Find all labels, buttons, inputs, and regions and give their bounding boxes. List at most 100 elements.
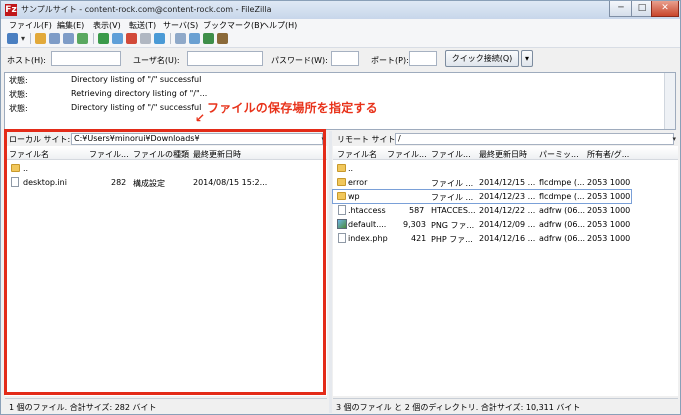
column-filename[interactable]: ファイル名 [337, 149, 377, 160]
file-name: index.php [348, 234, 388, 243]
file-permissions: adfrw (06... [539, 206, 586, 215]
remote-site-bar: リモート サイト: / ▾ [333, 132, 678, 146]
pane-splitter[interactable] [329, 131, 332, 413]
column-filesize[interactable]: ファイル... [89, 149, 129, 160]
port-input[interactable] [409, 51, 437, 66]
reconnect-icon[interactable] [154, 33, 165, 44]
remote-path-dropdown-icon[interactable]: ▾ [672, 135, 676, 143]
file-size: 421 [411, 234, 427, 243]
search-files-icon[interactable] [217, 33, 228, 44]
log-message: Retrieving directory listing of "/"... [71, 89, 208, 98]
disconnect-icon[interactable] [140, 33, 151, 44]
host-label: ホスト(H): [7, 56, 46, 65]
remote-file-row[interactable]: default.... 9,303 PNG ファ... 2014/12/09 .… [333, 218, 678, 231]
local-file-row[interactable]: .. [5, 162, 327, 175]
remote-path-input[interactable]: / [395, 133, 674, 145]
minimize-button[interactable]: ─ [609, 1, 633, 17]
local-site-label: ローカル サイト: [9, 135, 71, 144]
file-name: .htaccess [348, 206, 386, 215]
folder-icon [337, 192, 346, 200]
refresh-icon[interactable] [98, 33, 109, 44]
file-name: default.... [348, 220, 387, 229]
log-status: 状態: [9, 104, 28, 113]
column-modified[interactable]: 最終更新日時 [479, 149, 527, 160]
folder-icon [337, 164, 346, 172]
password-label: パスワード(W): [271, 56, 328, 65]
transfer-queue-toggle-icon[interactable] [77, 33, 88, 44]
column-filetype[interactable]: ファイルの種類 [133, 149, 189, 160]
file-icon [338, 233, 346, 243]
file-modified: 2014/12/23 ... [479, 192, 536, 201]
column-filesize[interactable]: ファイル... [387, 149, 427, 160]
local-path-dropdown-icon[interactable]: ▾ [321, 135, 325, 143]
quickconnect-dropdown-icon[interactable]: ▾ [521, 50, 533, 67]
message-log-toggle-icon[interactable] [35, 33, 46, 44]
menu-server[interactable]: サーバ(S) [163, 20, 198, 31]
log-message: Directory listing of "/" successful [71, 75, 202, 84]
password-input[interactable] [331, 51, 359, 66]
column-permissions[interactable]: パーミッ... [539, 149, 579, 160]
file-type: ファイル ... [431, 179, 474, 188]
log-status: 状態: [9, 76, 28, 85]
folder-icon [337, 178, 346, 186]
directory-filter-icon[interactable] [175, 33, 186, 44]
log-scrollbar[interactable] [664, 73, 675, 129]
menu-file[interactable]: ファイル(F) [9, 20, 52, 31]
remote-file-row[interactable]: .. [333, 162, 678, 175]
column-owner[interactable]: 所有者/グ... [587, 149, 629, 160]
menu-help[interactable]: ヘルプ(H) [261, 20, 297, 31]
remote-file-row[interactable]: error ファイル ... 2014/12/15 ... flcdmpe (.… [333, 176, 678, 189]
close-button[interactable]: ✕ [651, 1, 679, 17]
menu-bookmarks[interactable]: ブックマーク(B) [203, 20, 263, 31]
file-size: 9,303 [403, 220, 426, 229]
remote-pane: リモート サイト: / ▾ ファイル名 ファイル... ファイル... 最終更新… [332, 132, 678, 396]
maximize-button[interactable]: □ [631, 1, 653, 17]
column-filename[interactable]: ファイル名 [9, 149, 49, 160]
annotation-callout: ファイルの保存場所を指定する [207, 101, 378, 115]
remote-site-label: リモート サイト: [337, 135, 399, 144]
host-input[interactable] [51, 51, 121, 66]
quickconnect-button[interactable]: クイック接続(Q) [445, 50, 519, 67]
site-manager-dropdown-icon[interactable]: ▾ [20, 33, 26, 44]
local-pane: ローカル サイト: C:¥Users¥minorui¥Downloads¥ ▾ … [5, 132, 327, 396]
username-input[interactable] [187, 51, 263, 66]
username-label: ユーザ名(U): [133, 56, 180, 65]
toolbar-separator [170, 33, 171, 44]
file-type: PHP ファ... [431, 235, 473, 244]
file-modified: 2014/12/16 ... [479, 234, 536, 243]
file-icon [11, 177, 19, 187]
local-tree-toggle-icon[interactable] [49, 33, 60, 44]
menu-view[interactable]: 表示(V) [93, 20, 121, 31]
annotation-arrow-icon: ↙ [195, 111, 206, 125]
toolbar-separator [93, 33, 94, 44]
file-name: .. [23, 164, 29, 173]
file-type: HTACCES... [431, 206, 476, 215]
log-message: Directory listing of "/" successful [71, 103, 202, 112]
file-icon [338, 205, 346, 215]
folder-icon [11, 164, 20, 172]
local-status-text: 1 個のファイル. 合計サイズ: 282 バイト [9, 403, 157, 412]
local-path-input[interactable]: C:¥Users¥minorui¥Downloads¥ [71, 133, 323, 145]
synchronized-browsing-icon[interactable] [203, 33, 214, 44]
toolbar: ▾ [1, 31, 680, 48]
column-modified[interactable]: 最終更新日時 [193, 149, 241, 160]
remote-file-row[interactable]: index.php 421 PHP ファ... 2014/12/16 ... a… [333, 232, 678, 245]
file-owner: 2053 1000 [587, 178, 631, 187]
file-modified: 2014/12/09 ... [479, 220, 536, 229]
remote-file-row[interactable]: .htaccess 587 HTACCES... 2014/12/22 ... … [333, 204, 678, 217]
remote-tree-toggle-icon[interactable] [63, 33, 74, 44]
column-filetype[interactable]: ファイル... [431, 149, 471, 160]
window-title: サンプルサイト - content-rock.com@content-rock.… [21, 5, 272, 14]
menu-edit[interactable]: 編集(E) [57, 20, 84, 31]
compare-directories-icon[interactable] [189, 33, 200, 44]
file-permissions: adfrw (06... [539, 234, 586, 243]
file-name: desktop.ini [23, 178, 67, 187]
local-file-row[interactable]: desktop.ini 282 構成設定 2014/08/15 15:2... [5, 176, 327, 189]
file-modified: 2014/12/22 ... [479, 206, 536, 215]
remote-file-row[interactable]: wp ファイル ... 2014/12/23 ... flcdmpe (... … [332, 189, 632, 204]
menu-transfer[interactable]: 転送(T) [129, 20, 156, 31]
cancel-operation-icon[interactable] [126, 33, 137, 44]
file-permissions: flcdmpe (... [539, 178, 585, 187]
site-manager-icon[interactable] [7, 33, 18, 44]
process-queue-icon[interactable] [112, 33, 123, 44]
